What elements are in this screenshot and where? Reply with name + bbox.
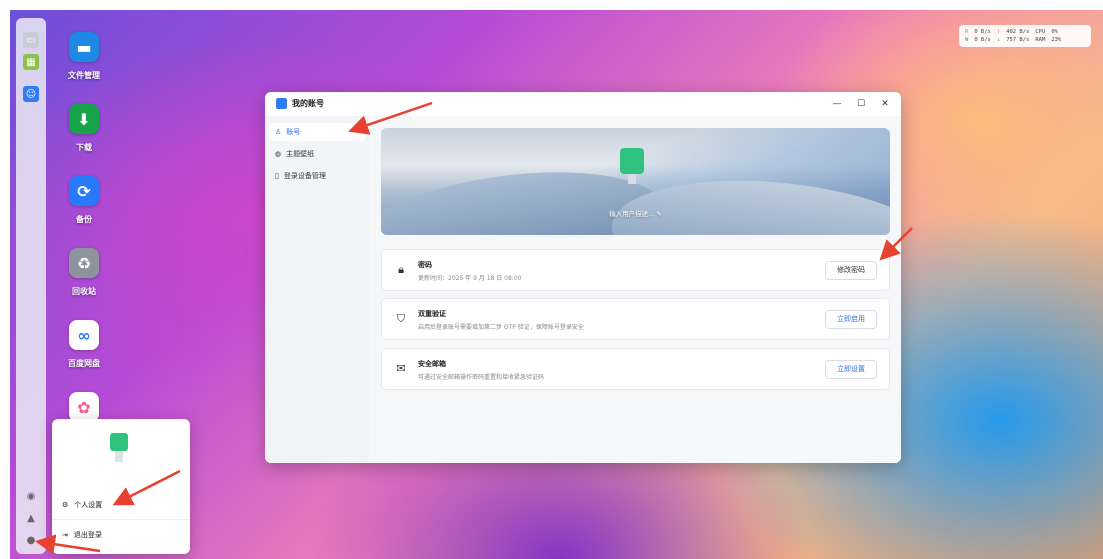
write-in-value: 0 B/s bbox=[974, 37, 991, 43]
sidebar-item-label: 主题壁纸 bbox=[286, 150, 315, 158]
menu-item-label: 个人设置 bbox=[74, 501, 103, 509]
desktop-app-recycle-bin[interactable]: ♻ 回收站 bbox=[60, 248, 108, 297]
close-button[interactable]: ✕ bbox=[878, 97, 892, 111]
device-icon: ▯ bbox=[275, 172, 279, 180]
avatar bbox=[108, 433, 130, 463]
read-label: R bbox=[965, 29, 969, 35]
backup-icon: ⟳ bbox=[69, 176, 99, 206]
app-label: 文件管理 bbox=[68, 71, 100, 80]
folder-icon: ▬ bbox=[69, 32, 99, 62]
screen-top-edge bbox=[0, 0, 1103, 10]
app-label: 备份 bbox=[76, 215, 92, 224]
user-description[interactable]: 输入用户描述... ✎ bbox=[381, 208, 890, 218]
two-factor-card: ⛉ 双重验证 启用后登录账号需要增加第二步 OTP 验证，保障账号登录安全 立即… bbox=[381, 298, 890, 340]
card-title: 密码 bbox=[418, 261, 432, 269]
read-in-value: 0 B/s bbox=[974, 29, 991, 35]
apps-grid-icon[interactable]: ▦ bbox=[23, 54, 39, 70]
window-titlebar[interactable]: 我的账号 — ☐ ✕ bbox=[265, 92, 901, 116]
screen-left-edge bbox=[0, 0, 10, 559]
logout-icon: ⇥ bbox=[62, 531, 68, 539]
minimize-button[interactable]: — bbox=[830, 97, 844, 111]
write-label: W bbox=[965, 37, 969, 43]
edit-pencil-icon[interactable]: ✎ bbox=[656, 210, 661, 218]
user-settings-icon: ⚙ bbox=[62, 501, 69, 509]
card-subtitle: 更新时间：2025 年 9 月 18 日 08:00 bbox=[418, 275, 522, 282]
desktop-app-file-manager[interactable]: ▬ 文件管理 bbox=[60, 32, 108, 81]
card-title: 双重验证 bbox=[418, 310, 446, 318]
card-subtitle: 可通过安全邮箱操作密码重置和接收紧急验证码 bbox=[418, 374, 545, 381]
settings-sidebar: ♙ 账号 ◍ 主题壁纸 ▯ 登录设备管理 bbox=[265, 116, 369, 463]
download-arrow-icon: ↓ bbox=[996, 37, 1001, 43]
upload-arrow-icon: ↑ bbox=[996, 29, 1001, 35]
desktop-app-backup[interactable]: ⟳ 备份 bbox=[60, 176, 108, 225]
ram-label: RAM bbox=[1035, 37, 1046, 43]
recycle-bin-icon: ♻ bbox=[69, 248, 99, 278]
bell-icon[interactable]: ▲ bbox=[23, 510, 39, 526]
system-stats-widget: R 0 B/s ↑ 402 B/s CPU 0% W 0 B/s ↓ 757 B… bbox=[959, 25, 1091, 47]
sidebar-item-theme-wallpaper[interactable]: ◍ 主题壁纸 bbox=[269, 145, 365, 163]
profile-banner: 输入用户描述... ✎ bbox=[381, 128, 890, 235]
banner-dune bbox=[605, 165, 890, 235]
baidu-netdisk-icon: ∞ bbox=[69, 320, 99, 350]
lock-icon: 🔒︎ bbox=[398, 263, 404, 276]
security-email-card: ✉ 安全邮箱 可通过安全邮箱操作密码重置和接收紧急验证码 立即设置 bbox=[381, 348, 890, 390]
desktop-app-photos[interactable]: ✿ bbox=[60, 392, 108, 422]
settings-circle-icon[interactable]: ◉ bbox=[23, 488, 39, 504]
account-content: 输入用户描述... ✎ 🔒︎ 密码 更新时间：2025 年 9 月 18 日 0… bbox=[369, 116, 901, 463]
shield-check-icon: ⛉ bbox=[396, 312, 406, 325]
window-title: 我的账号 bbox=[292, 99, 324, 108]
card-subtitle: 启用后登录账号需要增加第二步 OTP 验证，保障账号登录安全 bbox=[418, 324, 584, 331]
menu-item-logout[interactable]: ⇥ 退出登录 bbox=[62, 527, 180, 543]
menu-item-label: 退出登录 bbox=[73, 531, 102, 539]
my-account-window: 我的账号 — ☐ ✕ ♙ 账号 ◍ 主题壁纸 ▯ 登录设备管理 输入用户描述..… bbox=[265, 92, 901, 463]
password-card: 🔒︎ 密码 更新时间：2025 年 9 月 18 日 08:00 修改密码 bbox=[381, 249, 890, 291]
user-account-icon[interactable]: ☺ bbox=[23, 86, 39, 102]
sidebar-item-label: 登录设备管理 bbox=[283, 172, 326, 180]
write-out-value: 757 B/s bbox=[1006, 37, 1030, 43]
mail-icon: ✉ bbox=[396, 362, 406, 375]
monitor-icon[interactable]: ▭ bbox=[23, 32, 39, 48]
app-label: 回收站 bbox=[72, 287, 96, 296]
menu-item-personal-settings[interactable]: ⚙ 个人设置 bbox=[62, 497, 180, 513]
user-description-text: 输入用户描述... bbox=[609, 210, 655, 218]
menu-divider bbox=[52, 519, 190, 520]
ram-value: 23% bbox=[1051, 37, 1062, 43]
user-popup-menu: ⚙ 个人设置 ⇥ 退出登录 bbox=[52, 419, 190, 554]
user-icon[interactable]: ● bbox=[23, 532, 39, 548]
left-dock: ▭ ▦ ☺ ◉ ▲ ● bbox=[16, 18, 46, 554]
photos-icon: ✿ bbox=[69, 392, 99, 422]
change-password-button[interactable]: 修改密码 bbox=[825, 261, 877, 280]
enable-2fa-button[interactable]: 立即启用 bbox=[825, 310, 877, 329]
app-label: 下载 bbox=[76, 143, 92, 152]
sidebar-item-label: 账号 bbox=[286, 128, 301, 136]
maximize-button[interactable]: ☐ bbox=[854, 97, 868, 111]
read-out-value: 402 B/s bbox=[1006, 29, 1030, 35]
sidebar-item-login-devices[interactable]: ▯ 登录设备管理 bbox=[269, 167, 365, 185]
app-label: 百度网盘 bbox=[68, 359, 100, 368]
desktop-app-baidu-netdisk[interactable]: ∞ 百度网盘 bbox=[60, 320, 108, 369]
download-icon: ⬇ bbox=[69, 104, 99, 134]
cpu-label: CPU bbox=[1035, 29, 1046, 35]
palette-icon: ◍ bbox=[275, 150, 282, 158]
set-email-button[interactable]: 立即设置 bbox=[825, 360, 877, 379]
cpu-value: 0% bbox=[1051, 29, 1058, 35]
sidebar-item-account[interactable]: ♙ 账号 bbox=[269, 123, 365, 141]
desktop-app-download[interactable]: ⬇ 下载 bbox=[60, 104, 108, 153]
account-app-icon bbox=[276, 98, 287, 109]
user-icon: ♙ bbox=[275, 128, 282, 136]
avatar[interactable] bbox=[617, 148, 647, 184]
card-title: 安全邮箱 bbox=[418, 360, 446, 368]
